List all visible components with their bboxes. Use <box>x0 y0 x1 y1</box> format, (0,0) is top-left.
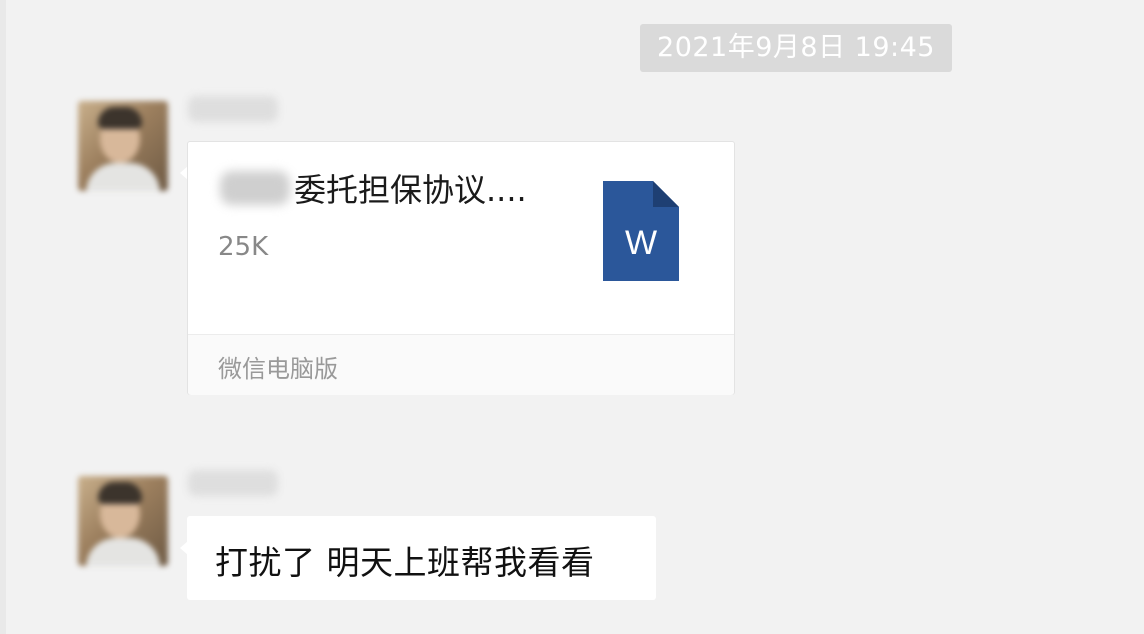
message-text: 打扰了 明天上班帮我看看 <box>215 543 595 582</box>
file-name: 委托担保协议.... <box>294 171 527 209</box>
panel-divider <box>0 0 6 634</box>
file-size: 25K <box>218 232 269 262</box>
file-message-card[interactable]: 委托担保协议.... 25K W 微信电脑版 <box>187 141 735 395</box>
file-source-label: 微信电脑版 <box>218 355 338 383</box>
sender-name-blurred <box>188 470 278 496</box>
file-name-row: 委托担保协议.... <box>220 166 527 210</box>
sender-avatar[interactable] <box>78 476 168 566</box>
sender-avatar[interactable] <box>78 101 168 191</box>
word-icon-letter: W <box>625 224 657 262</box>
sender-name-blurred <box>188 96 278 122</box>
file-card-footer: 微信电脑版 <box>188 334 734 395</box>
word-doc-icon: W <box>603 181 679 281</box>
message-timestamp: 2021年9月8日 19:45 <box>640 24 952 72</box>
file-name-redacted <box>220 171 290 205</box>
text-message-bubble[interactable]: 打扰了 明天上班帮我看看 <box>187 516 656 600</box>
chat-panel: 2021年9月8日 19:45 委托担保协议.... 25K W 微信电脑版 打 <box>0 0 1144 634</box>
